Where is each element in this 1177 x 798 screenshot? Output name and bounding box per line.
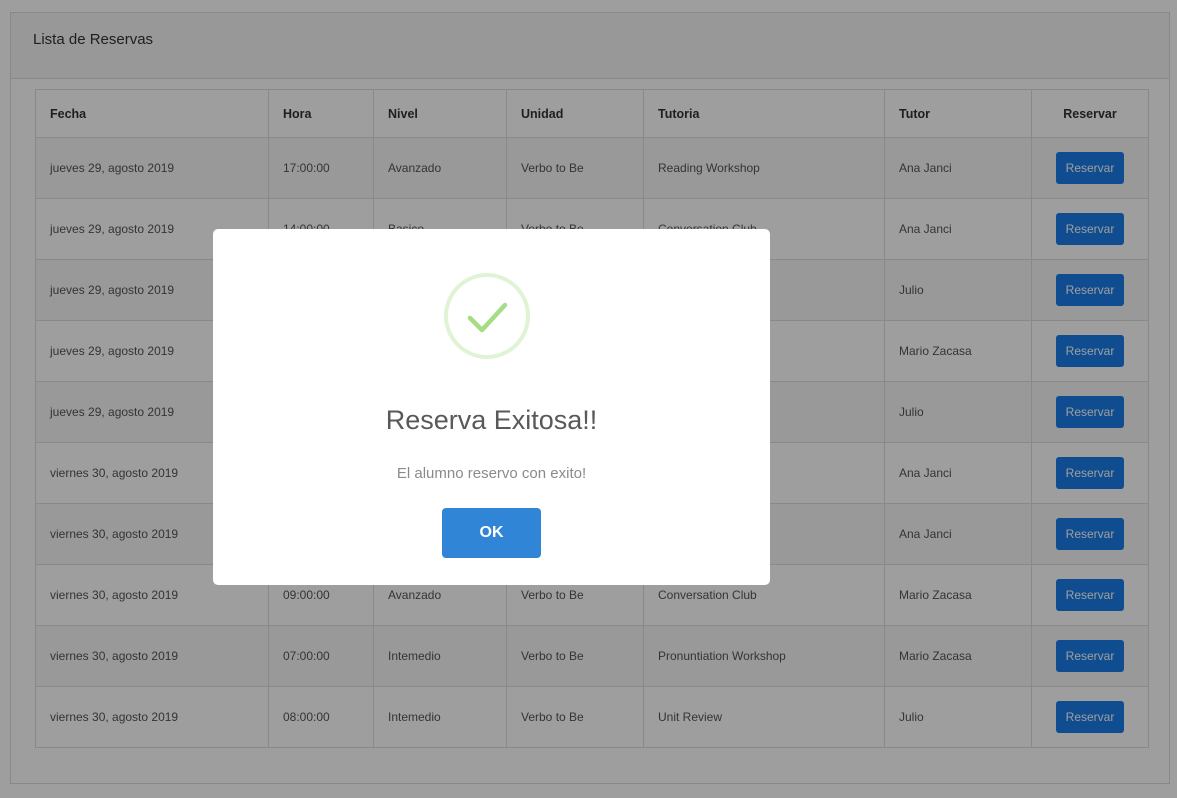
ok-button[interactable]: OK [442,508,541,558]
success-dialog: Reserva Exitosa!! El alumno reservo con … [213,229,770,585]
success-check-icon [444,273,530,359]
dialog-title: Reserva Exitosa!! [385,405,598,435]
dialog-message: El alumno reservo con exito! [396,465,587,482]
